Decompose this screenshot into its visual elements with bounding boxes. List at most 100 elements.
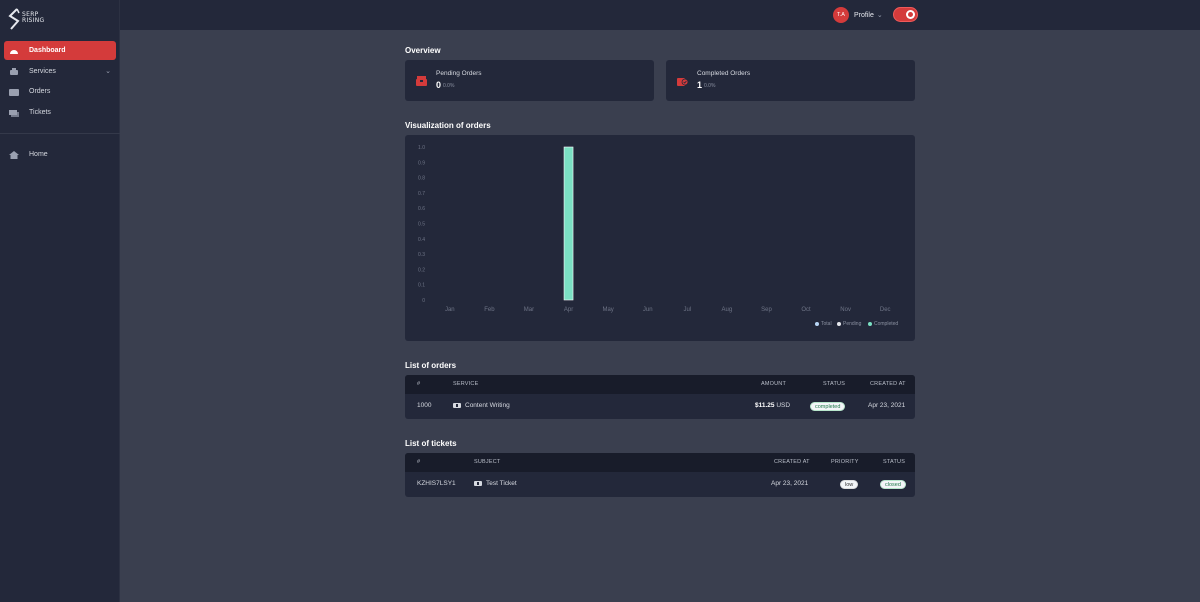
x-tick-label: Dec: [880, 307, 891, 313]
stat-label: Completed Orders: [697, 70, 751, 77]
y-tick-label: 0.5: [418, 222, 425, 228]
tickets-title: List of tickets: [405, 439, 457, 448]
home-icon: [8, 150, 20, 160]
y-tick-label: 0.9: [418, 160, 425, 166]
column-header: PRIORITY: [831, 459, 859, 465]
profile-label[interactable]: Profile: [854, 12, 874, 19]
visualization-title: Visualization of orders: [405, 121, 491, 130]
completed-orders-card: Completed Orders 1 0.0%: [666, 60, 915, 101]
x-tick-label: Aug: [722, 307, 733, 313]
column-header: #: [417, 459, 421, 465]
column-header: SERVICE: [453, 381, 479, 387]
y-tick-label: 1.0: [418, 145, 425, 151]
y-tick-label: 0.2: [418, 267, 425, 273]
stat-label: Pending Orders: [436, 70, 482, 77]
legend-dot: [815, 322, 819, 326]
ticket-created-at: Apr 23, 2021: [771, 480, 809, 487]
x-tick-label: Nov: [840, 307, 851, 313]
x-tick-label: Jun: [643, 307, 653, 313]
y-tick-label: 0.1: [418, 283, 425, 289]
legend-dot: [868, 322, 872, 326]
x-tick-label: Mar: [524, 307, 534, 313]
column-header: CREATED AT: [774, 459, 810, 465]
chevron-down-icon: ⌄: [105, 68, 111, 75]
x-tick-label: Jan: [445, 307, 455, 313]
sidebar-item-label: Orders: [29, 88, 51, 95]
dark-mode-toggle[interactable]: [893, 7, 918, 22]
status-badge: closed: [880, 480, 906, 489]
column-header: AMOUNT: [761, 381, 787, 387]
orders-chart-card: 0 0.1 0.2 0.3 0.4 0.5 0.6 0.7 0.8 0.9 1.0 Jan Feb Mar…: [405, 135, 915, 341]
column-header: STATUS: [823, 381, 846, 387]
sidebar-item-label: Services: [29, 68, 56, 75]
column-header: #: [417, 381, 421, 387]
ticket-subject: Test Ticket: [474, 480, 517, 487]
pending-orders-card: Pending Orders 0 0.0%: [405, 60, 654, 101]
sidebar-item-tickets[interactable]: Tickets: [4, 103, 116, 122]
stat-percentage: 0.0%: [443, 83, 455, 89]
profile-menu[interactable]: T.A Profile ⌄: [833, 7, 883, 23]
y-tick-label: 0.6: [418, 206, 425, 212]
sidebar-item-label: Home: [29, 151, 48, 158]
orders-title: List of orders: [405, 361, 457, 370]
y-tick-label: 0.3: [418, 252, 425, 258]
y-tick-label: 0: [422, 298, 425, 304]
completed-box-icon: [677, 78, 688, 86]
column-header: CREATED AT: [870, 381, 906, 387]
x-tick-label: Jul: [683, 307, 691, 313]
order-service: Content Writing: [453, 402, 510, 409]
order-id: 1000: [417, 402, 432, 409]
order-amount: $11.25 USD: [755, 402, 791, 409]
stat-percentage: 0.0%: [704, 83, 716, 89]
legend-label: Total: [821, 321, 832, 327]
legend-completed[interactable]: Completed: [868, 321, 898, 327]
column-header: STATUS: [883, 459, 906, 465]
legend-total[interactable]: Total: [815, 321, 832, 327]
serp-rising-logo[interactable]: SERP RISING: [8, 8, 58, 30]
chevron-down-icon: ⌄: [876, 12, 883, 19]
x-tick-label: Feb: [484, 307, 495, 313]
tickets-icon: [8, 108, 20, 118]
table-header: # SUBJECT CREATED AT PRIORITY STATUS: [405, 453, 915, 472]
x-tick-label: Oct: [801, 307, 811, 313]
orders-bar-chart: 0 0.1 0.2 0.3 0.4 0.5 0.6 0.7 0.8 0.9 1.0 Jan Feb Mar…: [418, 145, 891, 313]
x-tick-label: May: [602, 307, 613, 313]
orders-table: # SERVICE AMOUNT STATUS CREATED AT 1000 …: [405, 375, 915, 419]
pending-box-icon: [416, 76, 427, 86]
legend-label: Completed: [874, 321, 899, 327]
service-icon: [453, 402, 461, 408]
legend-label: Pending: [843, 321, 862, 327]
overview-title: Overview: [405, 46, 441, 55]
order-created-at: Apr 23, 2021: [868, 402, 906, 409]
column-header: SUBJECT: [474, 459, 501, 465]
dashboard-icon: [8, 46, 20, 56]
y-tick-label: 0.7: [418, 191, 425, 197]
x-tick-label: Apr: [564, 307, 573, 313]
status-badge: completed: [810, 402, 846, 411]
ticket-id: KZHIS7LSY1: [417, 480, 456, 487]
legend-pending[interactable]: Pending: [837, 321, 861, 327]
services-icon: [8, 67, 20, 77]
logo-text: SERP RISING: [22, 11, 45, 24]
stat-value: 0: [436, 80, 442, 90]
avatar[interactable]: T.A: [833, 7, 849, 23]
sidebar-item-services[interactable]: Services ⌄: [4, 62, 116, 81]
sidebar-divider: [0, 133, 120, 134]
logo-mark-icon: [8, 8, 20, 30]
toggle-knob: [906, 10, 915, 19]
stat-value: 1: [697, 80, 703, 90]
sidebar-item-home[interactable]: Home: [4, 145, 116, 164]
sidebar-item-label: Tickets: [29, 109, 51, 116]
sidebar-item-label: Dashboard: [29, 47, 66, 54]
y-tick-label: 0.8: [418, 176, 425, 182]
legend-dot: [837, 322, 841, 326]
sidebar: SERP RISING Dashboard Services ⌄ Orders …: [0, 0, 120, 602]
sidebar-item-dashboard[interactable]: Dashboard: [4, 41, 116, 60]
tickets-table: # SUBJECT CREATED AT PRIORITY STATUS KZH…: [405, 453, 915, 497]
top-bar: [0, 0, 1200, 30]
bar-completed-apr[interactable]: [563, 146, 574, 301]
moon-icon: [908, 12, 913, 17]
orders-icon: [8, 87, 20, 97]
sidebar-item-orders[interactable]: Orders: [4, 82, 116, 101]
ticket-icon: [474, 480, 482, 486]
